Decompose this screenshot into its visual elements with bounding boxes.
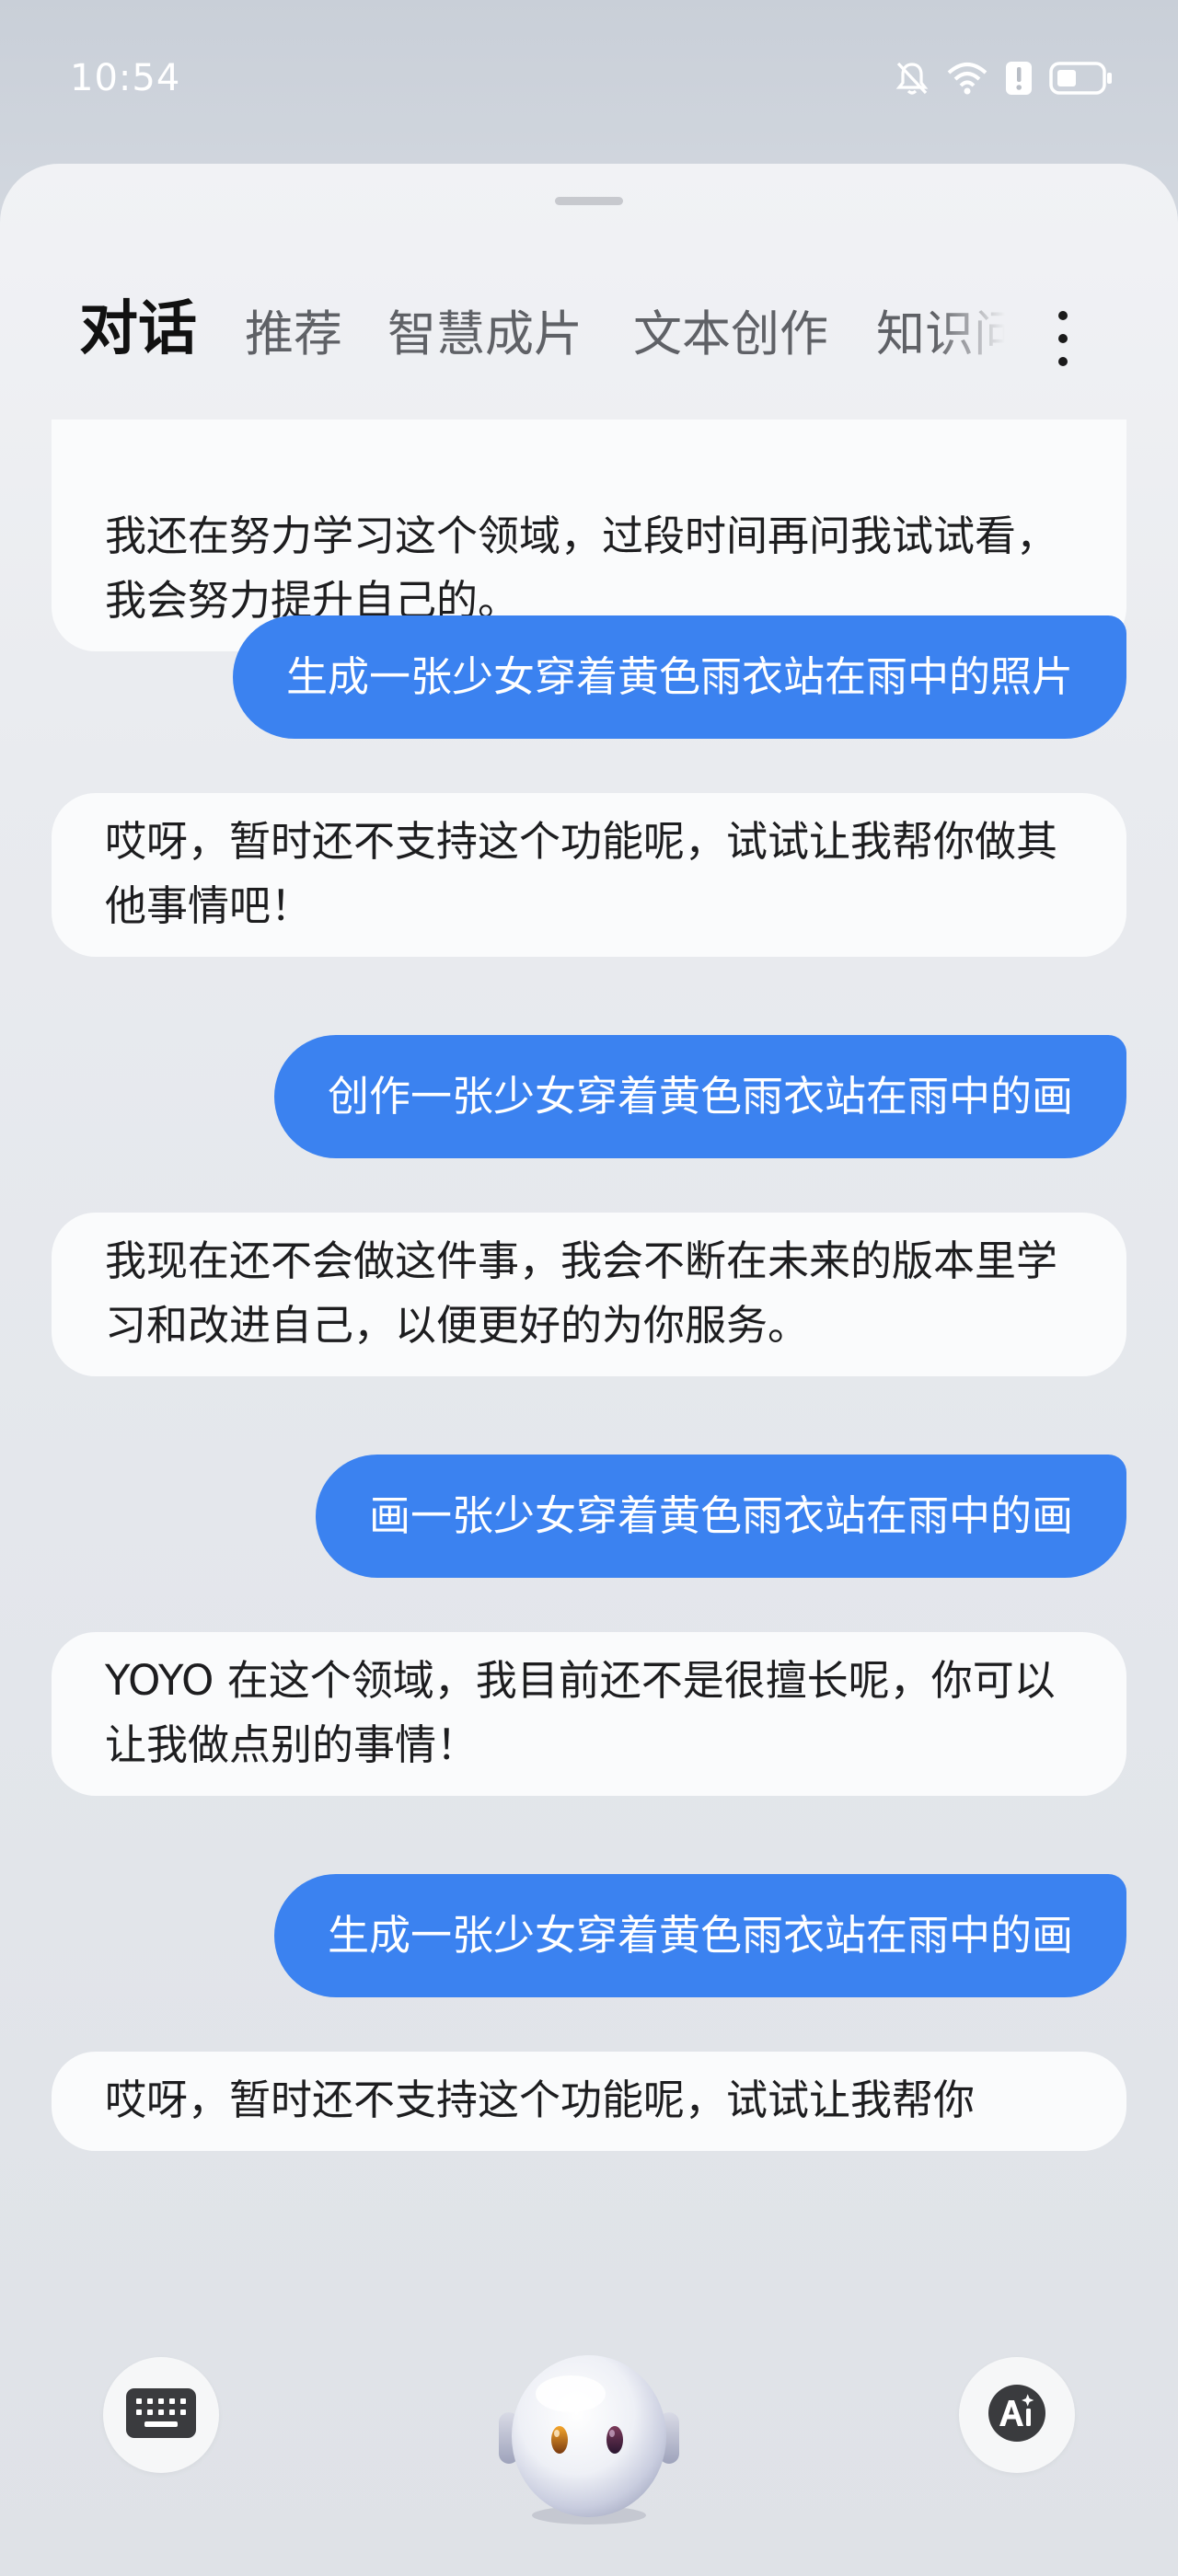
battery-icon xyxy=(1049,61,1114,96)
bell-muted-icon xyxy=(895,60,930,97)
status-icons xyxy=(895,57,1114,99)
assistant-sheet: 对话 推荐 智慧成片 文本创作 知识问 我还在努力学习这个领域，过段时间再问我试… xyxy=(0,164,1178,2576)
tab-knowledge[interactable]: 知识问 xyxy=(876,289,1005,381)
more-vertical-icon[interactable] xyxy=(1040,293,1086,385)
alert-icon xyxy=(1005,61,1033,96)
keyboard-button[interactable] xyxy=(103,2357,219,2473)
keyboard-icon xyxy=(124,2386,198,2444)
user-message[interactable]: 创作一张少女穿着黄色雨衣站在雨中的画 xyxy=(273,1035,1126,1158)
chat-list[interactable]: 我还在努力学习这个领域，过段时间再问我试试看，我会努力提升自己的。 生成一张少女… xyxy=(0,420,1178,2309)
ai-create-icon xyxy=(987,2383,1047,2447)
wifi-icon xyxy=(946,62,988,95)
sheet-grabber[interactable] xyxy=(555,197,623,205)
assistant-message: 哎呀，暂时还不支持这个功能呢，试试让我帮你做其他事情吧！ xyxy=(52,793,1126,957)
tab-recommend[interactable]: 推荐 xyxy=(245,289,342,381)
ai-create-button[interactable] xyxy=(959,2357,1075,2473)
tab-bar: 对话 推荐 智慧成片 文本创作 知识问 xyxy=(0,283,1178,385)
status-time: 10:54 xyxy=(70,57,181,99)
status-bar: 10:54 xyxy=(0,0,1178,156)
assistant-message: YOYO 在这个领域，我目前还不是很擅长呢，你可以让我做点别的事情！ xyxy=(52,1632,1126,1796)
assistant-message: 哎呀，暂时还不支持这个功能呢，试试让我帮你 xyxy=(52,2052,1126,2151)
tab-smart-video[interactable]: 智慧成片 xyxy=(387,289,583,381)
assistant-message: 我现在还不会做这件事，我会不断在未来的版本里学习和改进自己，以便更好的为你服务。 xyxy=(52,1213,1126,1376)
user-message[interactable]: 生成一张少女穿着黄色雨衣站在雨中的画 xyxy=(273,1874,1126,1997)
user-message[interactable]: 生成一张少女穿着黄色雨衣站在雨中的照片 xyxy=(232,615,1126,739)
user-message[interactable]: 画一张少女穿着黄色雨衣站在雨中的画 xyxy=(315,1455,1126,1578)
tab-chat[interactable]: 对话 xyxy=(79,283,197,375)
yoyo-avatar-icon[interactable] xyxy=(490,2335,688,2534)
tab-text-creation[interactable]: 文本创作 xyxy=(633,289,828,381)
